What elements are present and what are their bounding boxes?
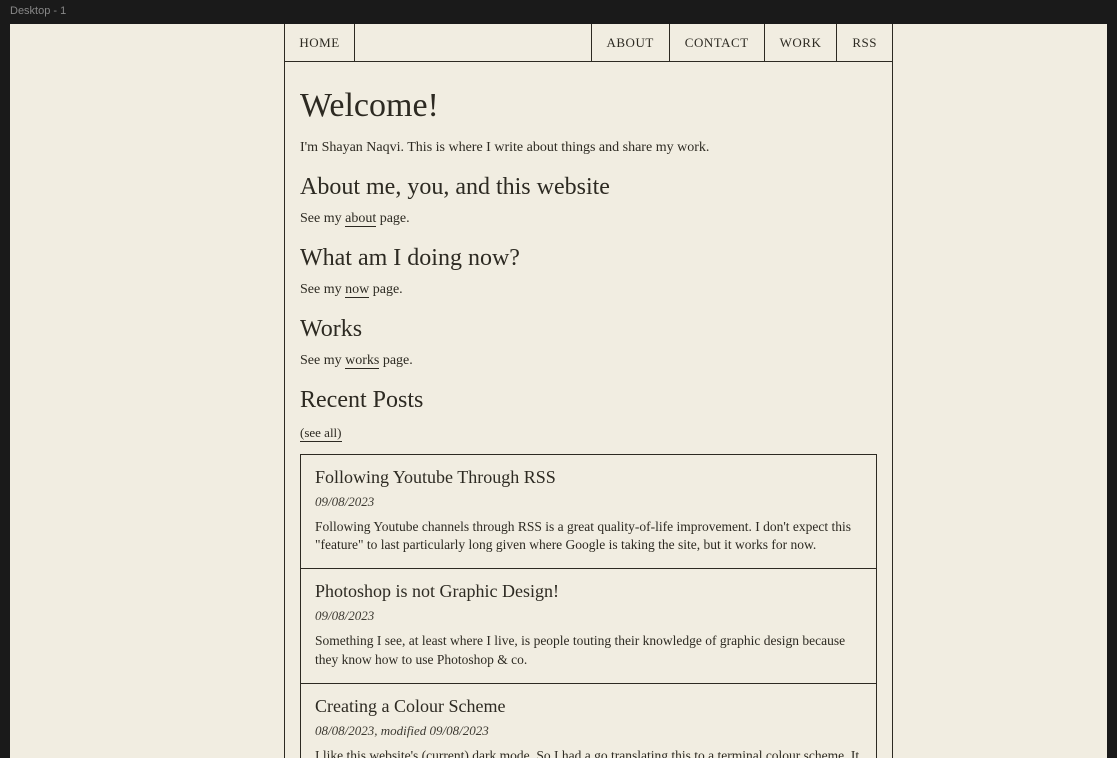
section-heading-works: Works: [300, 316, 877, 343]
nav-about[interactable]: ABOUT: [591, 24, 669, 61]
main-content: Welcome! I'm Shayan Naqvi. This is where…: [285, 62, 892, 758]
about-link[interactable]: about: [345, 211, 376, 227]
about-paragraph: See my about page.: [300, 211, 877, 227]
about-prefix: See my: [300, 211, 345, 226]
design-tab-label: Desktop - 1: [10, 5, 66, 17]
nav-home[interactable]: HOME: [285, 24, 355, 61]
post-date: 09/08/2023: [315, 608, 862, 624]
nav-right-group: ABOUT CONTACT WORK RSS: [591, 24, 893, 61]
post-card[interactable]: Following Youtube Through RSS 09/08/2023…: [300, 454, 877, 569]
nav-rss[interactable]: RSS: [836, 24, 892, 61]
post-card[interactable]: Creating a Colour Scheme 08/08/2023, mod…: [300, 683, 877, 758]
post-card[interactable]: Photoshop is not Graphic Design! 09/08/2…: [300, 568, 877, 683]
about-suffix: page.: [376, 211, 409, 226]
works-suffix: page.: [379, 353, 412, 368]
post-excerpt: I like this website's (current) dark mod…: [315, 747, 862, 758]
post-excerpt: Following Youtube channels through RSS i…: [315, 518, 862, 554]
section-heading-recent: Recent Posts: [300, 387, 877, 414]
works-link[interactable]: works: [345, 353, 379, 369]
post-excerpt: Something I see, at least where I live, …: [315, 632, 862, 668]
post-title: Creating a Colour Scheme: [315, 696, 862, 717]
nav-work[interactable]: WORK: [764, 24, 837, 61]
nav-contact[interactable]: CONTACT: [669, 24, 764, 61]
top-nav: HOME ABOUT CONTACT WORK RSS: [285, 24, 892, 62]
now-suffix: page.: [369, 282, 402, 297]
works-paragraph: See my works page.: [300, 353, 877, 369]
now-paragraph: See my now page.: [300, 282, 877, 298]
now-link[interactable]: now: [345, 282, 369, 298]
intro-text: I'm Shayan Naqvi. This is where I write …: [300, 140, 877, 156]
canvas: HOME ABOUT CONTACT WORK RSS Welcome! I'm…: [10, 24, 1107, 758]
nav-spacer: [355, 24, 591, 61]
now-prefix: See my: [300, 282, 345, 297]
section-heading-now: What am I doing now?: [300, 245, 877, 272]
section-heading-about: About me, you, and this website: [300, 174, 877, 201]
page-title: Welcome!: [300, 87, 877, 125]
page-frame: HOME ABOUT CONTACT WORK RSS Welcome! I'm…: [284, 24, 893, 758]
post-date: 09/08/2023: [315, 494, 862, 510]
post-title: Following Youtube Through RSS: [315, 467, 862, 488]
see-all-link[interactable]: (see all): [300, 425, 342, 442]
works-prefix: See my: [300, 353, 345, 368]
post-date: 08/08/2023, modified 09/08/2023: [315, 723, 862, 739]
post-title: Photoshop is not Graphic Design!: [315, 581, 862, 602]
